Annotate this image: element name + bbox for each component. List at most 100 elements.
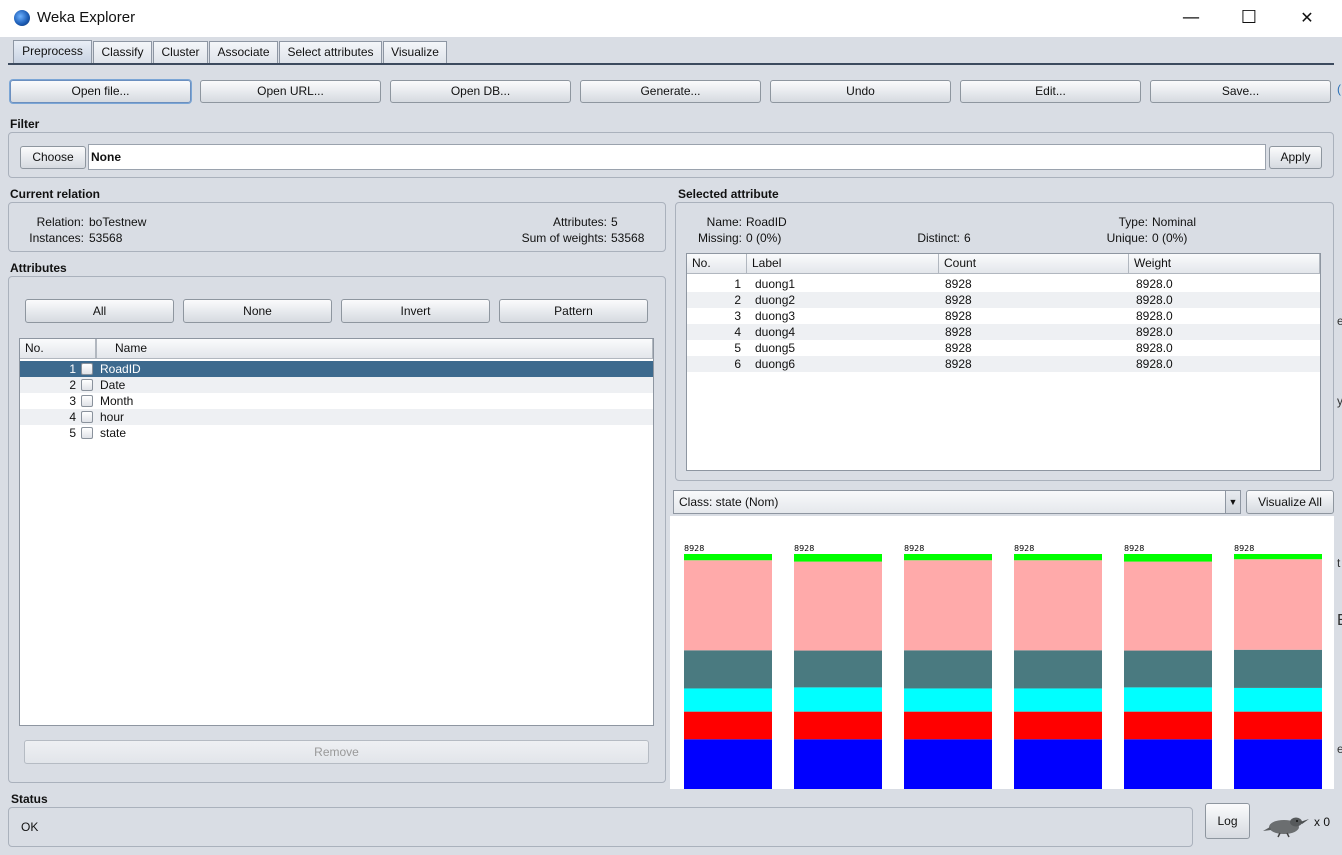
tab-cluster[interactable]: Cluster [153, 41, 208, 63]
column-header-no[interactable]: No. [687, 254, 747, 274]
column-header-label[interactable]: Label [747, 254, 939, 274]
bar-segment-duong2-3 [794, 650, 882, 688]
tab-underline [8, 63, 1334, 65]
attribute-row-name: state [100, 426, 127, 440]
attribute-checkbox[interactable] [81, 411, 93, 423]
label-row[interactable]: 1 duong1 8928 8928.0 [687, 276, 1320, 292]
maximize-button[interactable]: ☐ [1220, 0, 1278, 37]
attribute-row-no: 5 [69, 426, 76, 440]
instances-key: Instances: [29, 231, 84, 245]
visualize-all-button[interactable]: Visualize All [1246, 490, 1334, 514]
label-row-count: 8928 [945, 325, 972, 339]
bar-segment-duong4-1 [1014, 711, 1102, 740]
bar-segment-duong6-1 [1234, 711, 1322, 740]
undo-button[interactable]: Undo [770, 80, 951, 103]
bar-segment-duong5-0 [1124, 739, 1212, 789]
relation-value: boTestnew [89, 215, 147, 229]
pattern-button[interactable]: Pattern [499, 299, 648, 323]
bar-segment-duong5-3 [1124, 650, 1212, 688]
bar-segment-duong2-2 [794, 687, 882, 712]
attribute-checkbox[interactable] [81, 363, 93, 375]
label-row[interactable]: 4 duong4 8928 8928.0 [687, 324, 1320, 340]
invert-selection-button[interactable]: Invert [341, 299, 490, 323]
label-row-label: duong4 [755, 325, 796, 339]
attr-type-key: Type: [1118, 215, 1148, 229]
label-row-no: 4 [734, 325, 741, 339]
apply-filter-button[interactable]: Apply [1269, 146, 1322, 169]
status-text: OK [21, 820, 39, 834]
weka-bird-icon[interactable] [1262, 814, 1310, 838]
attribute-row-hour[interactable]: 4 hour [20, 409, 653, 425]
attributes-key: Attributes: [552, 215, 607, 229]
tab-visualize[interactable]: Visualize [383, 41, 447, 63]
choose-filter-button[interactable]: Choose [20, 146, 86, 169]
select-all-button[interactable]: All [25, 299, 174, 323]
bar-segment-duong2-4 [794, 561, 882, 651]
edge-mark: t [1337, 556, 1341, 570]
tab-classify[interactable]: Classify [93, 41, 152, 63]
select-none-button[interactable]: None [183, 299, 332, 323]
tab-preprocess[interactable]: Preprocess [13, 40, 92, 64]
tab-associate[interactable]: Associate [209, 41, 278, 63]
label-row-count: 8928 [945, 357, 972, 371]
class-attribute-select[interactable]: Class: state (Nom) [673, 490, 1241, 514]
bar-segment-duong3-4 [904, 560, 992, 651]
column-header-no[interactable]: No. [20, 339, 96, 359]
bar-value-label: 8928 [1234, 544, 1254, 553]
label-row-weight: 8928.0 [1136, 357, 1173, 371]
bar-value-label: 8928 [1124, 544, 1144, 553]
attribute-row-date[interactable]: 2 Date [20, 377, 653, 393]
tab-select-attributes[interactable]: Select attributes [279, 41, 382, 63]
label-row[interactable]: 2 duong2 8928 8928.0 [687, 292, 1320, 308]
attribute-checkbox[interactable] [81, 379, 93, 391]
label-row-no: 1 [734, 277, 741, 291]
bar-segment-duong4-0 [1014, 739, 1102, 789]
attr-unique-value: 0 (0%) [1152, 231, 1188, 245]
sum-of-weights-value: 53568 [611, 231, 645, 245]
status-label: Status [11, 792, 48, 806]
generate-button[interactable]: Generate... [580, 80, 761, 103]
label-row[interactable]: 6 duong6 8928 8928.0 [687, 356, 1320, 372]
edit-button[interactable]: Edit... [960, 80, 1141, 103]
bar-segment-duong1-5 [684, 554, 772, 561]
attribute-row-roadid[interactable]: 1 RoadID [20, 361, 653, 377]
open-url-button[interactable]: Open URL... [200, 80, 381, 103]
bar-segment-duong3-2 [904, 688, 992, 712]
edge-mark: ( [1337, 82, 1341, 96]
label-row-label: duong1 [755, 277, 796, 291]
close-button[interactable]: ✕ [1278, 0, 1336, 37]
attr-missing-key: Missing: [697, 231, 742, 245]
status-bar: OK [8, 807, 1193, 847]
label-row-label: duong2 [755, 293, 796, 307]
attribute-checkbox[interactable] [81, 427, 93, 439]
column-header-weight[interactable]: Weight [1129, 254, 1320, 274]
label-row-count: 8928 [945, 277, 972, 291]
column-header-count[interactable]: Count [939, 254, 1129, 274]
save-button[interactable]: Save... [1150, 80, 1331, 103]
bar-value-label: 8928 [684, 544, 704, 553]
attribute-row-month[interactable]: 3 Month [20, 393, 653, 409]
filter-field[interactable]: None [88, 144, 1266, 170]
label-row[interactable]: 5 duong5 8928 8928.0 [687, 340, 1320, 356]
column-header-name[interactable]: Name [96, 339, 653, 359]
attribute-row-no: 1 [69, 362, 76, 376]
attribute-row-state[interactable]: 5 state [20, 425, 653, 441]
remove-button[interactable]: Remove [24, 740, 649, 764]
chevron-down-icon[interactable]: ▼ [1225, 491, 1240, 513]
attribute-checkbox[interactable] [81, 395, 93, 407]
class-attribute-select-value: Class: state (Nom) [679, 495, 779, 509]
bar-segment-duong4-4 [1014, 560, 1102, 651]
label-row[interactable]: 3 duong3 8928 8928.0 [687, 308, 1320, 324]
label-row-count: 8928 [945, 341, 972, 355]
bar-segment-duong2-0 [794, 739, 882, 789]
open-db-button[interactable]: Open DB... [390, 80, 571, 103]
attr-missing-value: 0 (0%) [746, 231, 782, 245]
filter-label: Filter [10, 117, 40, 131]
minimize-button[interactable]: — [1162, 0, 1220, 37]
log-button[interactable]: Log [1205, 803, 1250, 839]
bar-segment-duong5-2 [1124, 687, 1212, 712]
label-row-weight: 8928.0 [1136, 277, 1173, 291]
bar-segment-duong3-5 [904, 554, 992, 561]
open-file-button[interactable]: Open file... [10, 80, 191, 103]
instances-value: 53568 [89, 231, 123, 245]
